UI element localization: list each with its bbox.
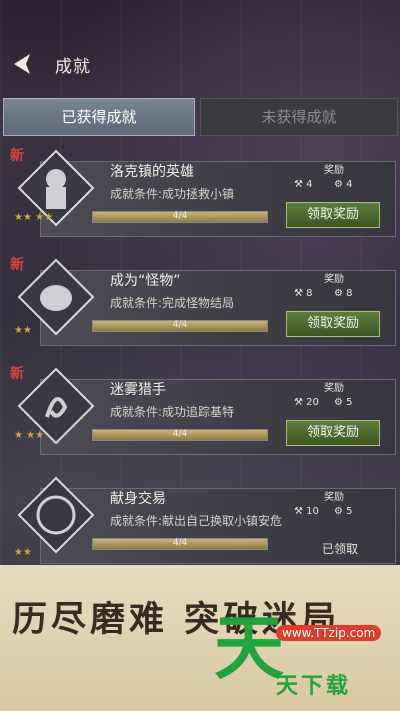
logo-character: 天	[214, 607, 284, 689]
reward-item-a: ⚒ 8	[294, 288, 313, 299]
reward-label: 奖励	[324, 274, 344, 285]
reward-item-b: ⚙ 4	[334, 179, 353, 190]
card-title: 献身交易	[110, 491, 166, 507]
back-button[interactable]	[8, 50, 36, 78]
reward-item-a: ⚒ 4	[294, 179, 313, 190]
reward-item-a: ⚒ 20	[294, 397, 319, 408]
stars-rating: ★ ★★	[14, 430, 45, 441]
card-title: 迷雾猎手	[110, 382, 166, 398]
tab-bar: 已获得成就 未获得成就	[0, 98, 400, 136]
card-condition: 成就条件:献出自己换取小镇安危	[110, 514, 283, 528]
card-title: 成为“怪物”	[110, 273, 181, 289]
top-bar: 成就	[0, 42, 400, 88]
progress-bar: 4/4	[92, 320, 268, 332]
stars-rating: ★★	[14, 325, 32, 336]
tab-obtained[interactable]: 已获得成就	[3, 98, 195, 136]
progress-bar: 4/4	[92, 538, 268, 550]
stars-rating: ★★	[14, 547, 32, 558]
progress-text: 4/4	[172, 538, 188, 548]
reward-label: 奖励	[324, 165, 344, 176]
stars-rating: ★★ ★★	[14, 212, 54, 223]
promo-banner: 历尽磨难 突破迷局 天 www.TTzip.com 天下载	[0, 565, 400, 711]
claim-reward-button[interactable]: 领取奖励	[286, 311, 380, 337]
back-arrow-icon	[14, 54, 30, 74]
page-title: 成就	[55, 57, 91, 77]
claim-reward-button[interactable]: 领取奖励	[286, 420, 380, 446]
achievement-card: 新 成为“怪物” 成就条件:完成怪物结局 4/4 奖励 ⚒ 8 ⚙ 8 领取奖励…	[10, 257, 396, 346]
progress-text: 4/4	[172, 320, 188, 330]
progress-text: 4/4	[172, 429, 188, 439]
reward-item-a: ⚒ 10	[294, 506, 319, 517]
card-condition: 成就条件:完成怪物结局	[110, 296, 235, 310]
card-condition: 成就条件:成功拯救小镇	[110, 187, 235, 201]
logo-text: 天下载	[276, 674, 352, 699]
achievement-card: 新 洛克镇的英雄 成就条件:成功拯救小镇 4/4 奖励 ⚒ 4 ⚙ 4 领取奖励…	[10, 148, 396, 237]
logo-url: www.TTzip.com	[276, 625, 382, 641]
card-title: 洛克镇的英雄	[110, 164, 194, 180]
reward-item-b: ⚙ 5	[334, 397, 353, 408]
reward-label: 奖励	[324, 383, 344, 394]
claimed-status: 已领取	[322, 542, 359, 556]
site-logo: 天 www.TTzip.com 天下载	[214, 613, 399, 709]
progress-bar: 4/4	[92, 211, 268, 223]
achievement-card: 新 迷雾猎手 成就条件:成功追踪基特 4/4 奖励 ⚒ 20 ⚙ 5 领取奖励 …	[10, 366, 396, 455]
reward-item-b: ⚙ 5	[334, 506, 353, 517]
progress-text: 4/4	[172, 211, 188, 221]
sacrifice-icon	[17, 476, 95, 554]
reward-label: 奖励	[324, 492, 344, 503]
reward-item-b: ⚙ 8	[334, 288, 353, 299]
claim-reward-button[interactable]: 领取奖励	[286, 202, 380, 228]
progress-bar: 4/4	[92, 429, 268, 441]
tab-not-obtained[interactable]: 未获得成就	[200, 98, 398, 136]
card-condition: 成就条件:成功追踪基特	[110, 405, 235, 419]
